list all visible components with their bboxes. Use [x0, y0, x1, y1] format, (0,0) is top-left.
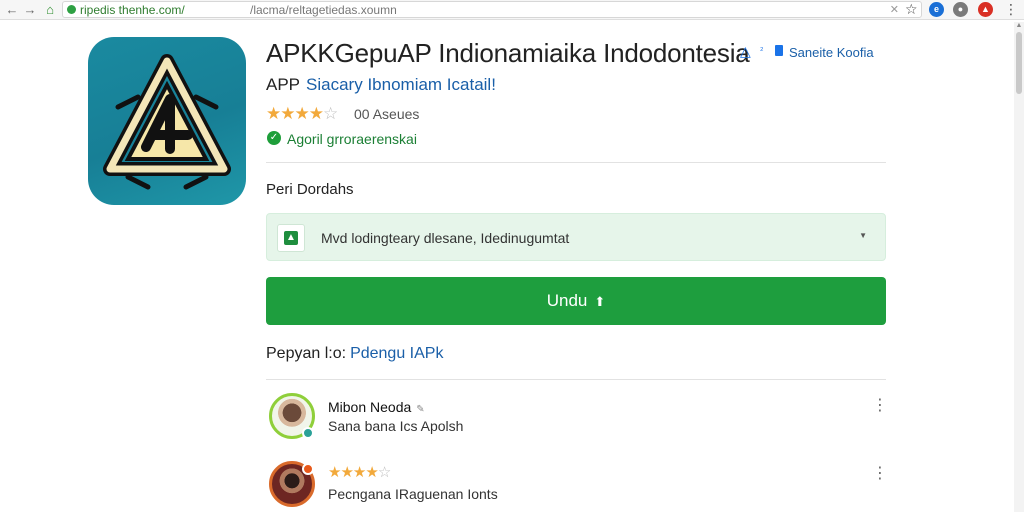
url-host: ripedis thenhe.com/	[80, 3, 185, 17]
address-bar[interactable]: ripedis thenhe.com/ /lacma/reltagetiedas…	[62, 1, 922, 18]
divider	[266, 379, 886, 380]
secure-lock-icon	[67, 5, 76, 14]
star-filled-icon: ★	[365, 464, 378, 481]
reviewer-name-text: Mibon Neoda	[328, 399, 412, 415]
star-empty-icon: ☆	[377, 464, 391, 481]
browser-menu-icon[interactable]: ⋮	[1004, 1, 1018, 18]
star-empty-icon: ☆	[323, 104, 338, 123]
download-arrow-icon: ⬆	[594, 294, 606, 309]
chevron-down-icon[interactable]: ▼	[859, 231, 867, 240]
user-badge-icon	[302, 463, 314, 475]
review-item: ★★★★☆ Pecngana IRaguenan Ionts ⋮	[266, 461, 888, 521]
star-filled-icon: ★	[328, 464, 341, 481]
verified-text: Agoril grroraerenskai	[287, 131, 417, 147]
delta-badge-icon: △	[740, 43, 751, 59]
star-filled-icon: ★	[294, 104, 310, 123]
app-icon	[88, 37, 246, 205]
related-prefix: Pepyan l:o:	[266, 345, 347, 362]
divider	[266, 162, 886, 163]
variant-description: Mvd lodingteary dlesane, Idedinugumtat	[321, 230, 570, 246]
pencil-icon: ✎	[416, 404, 425, 415]
forward-arrow-icon[interactable]: →	[22, 2, 38, 18]
variant-selector[interactable]: ▲ Mvd lodingteary dlesane, Idedinugumtat…	[266, 213, 886, 261]
star-filled-icon: ★	[280, 104, 295, 123]
reviewer-name: Mibon Neoda ✎	[328, 399, 425, 415]
subtitle-link[interactable]: Siacary Ibnomiam Icatail!	[306, 75, 496, 94]
home-icon[interactable]: ⌂	[42, 2, 58, 18]
more-options-icon[interactable]: ⋮	[872, 466, 888, 482]
download-button[interactable]: Undu ⬆	[266, 277, 886, 325]
developer-link[interactable]: Saneite Koofia	[789, 45, 874, 60]
star-filled-icon: ★	[308, 104, 324, 123]
checkmark-icon: ✓	[267, 131, 281, 145]
star-filled-icon: ★	[266, 104, 281, 123]
star-icon[interactable]: ☆	[905, 1, 918, 18]
variant-thumbnail: ▲	[277, 224, 305, 252]
review-item: Mibon Neoda ✎ Sana bana Ics Apolsh ⋮	[266, 393, 888, 453]
android-icon: ▲	[284, 231, 298, 245]
star-filled-icon: ★	[340, 464, 353, 481]
page-scrollbar[interactable]	[1014, 22, 1024, 512]
extension-2-icon[interactable]: ●	[953, 2, 968, 17]
user-badge-icon	[302, 427, 314, 439]
review-text: Sana bana Ics Apolsh	[328, 418, 464, 434]
title-superscript: ₂	[760, 42, 764, 52]
extension-3-icon[interactable]: ▲	[978, 2, 993, 17]
related-line: Pepyan l:o: Pdengu IAPk	[266, 345, 443, 363]
review-text: Pecngana IRaguenan Ionts	[328, 486, 498, 502]
extension-1-icon[interactable]: e	[929, 2, 944, 17]
app-logo-icon	[103, 54, 231, 190]
browser-toolbar: ← → ⌂ ripedis thenhe.com/ /lacma/reltage…	[0, 0, 1024, 20]
section-heading: Peri Dordahs	[266, 181, 354, 198]
download-label: Undu	[546, 291, 588, 310]
star-filled-icon: ★	[352, 464, 366, 481]
bookmark-icon[interactable]	[775, 45, 783, 56]
more-options-icon[interactable]: ⋮	[872, 398, 888, 414]
scrollbar-thumb[interactable]	[1016, 32, 1022, 94]
rating-count: 00 Aseues	[354, 106, 420, 122]
subtitle-prefix: APP	[266, 75, 301, 94]
related-link[interactable]: Pdengu IAPk	[350, 345, 443, 362]
scroll-up-icon[interactable]: ▲	[1014, 21, 1024, 31]
back-arrow-icon[interactable]: ←	[4, 2, 20, 18]
app-subtitle: APP Siacary Ibnomiam Icatail!	[266, 75, 496, 95]
review-stars: ★★★★☆	[328, 463, 391, 481]
app-title: APKKGepuAP Indionamiaika Indodontesia	[266, 38, 750, 68]
url-path: /lacma/reltagetiedas.xoumn	[250, 3, 397, 17]
rating-stars: ★★★★☆	[266, 104, 338, 124]
clear-url-icon[interactable]: ✕	[890, 3, 899, 17]
